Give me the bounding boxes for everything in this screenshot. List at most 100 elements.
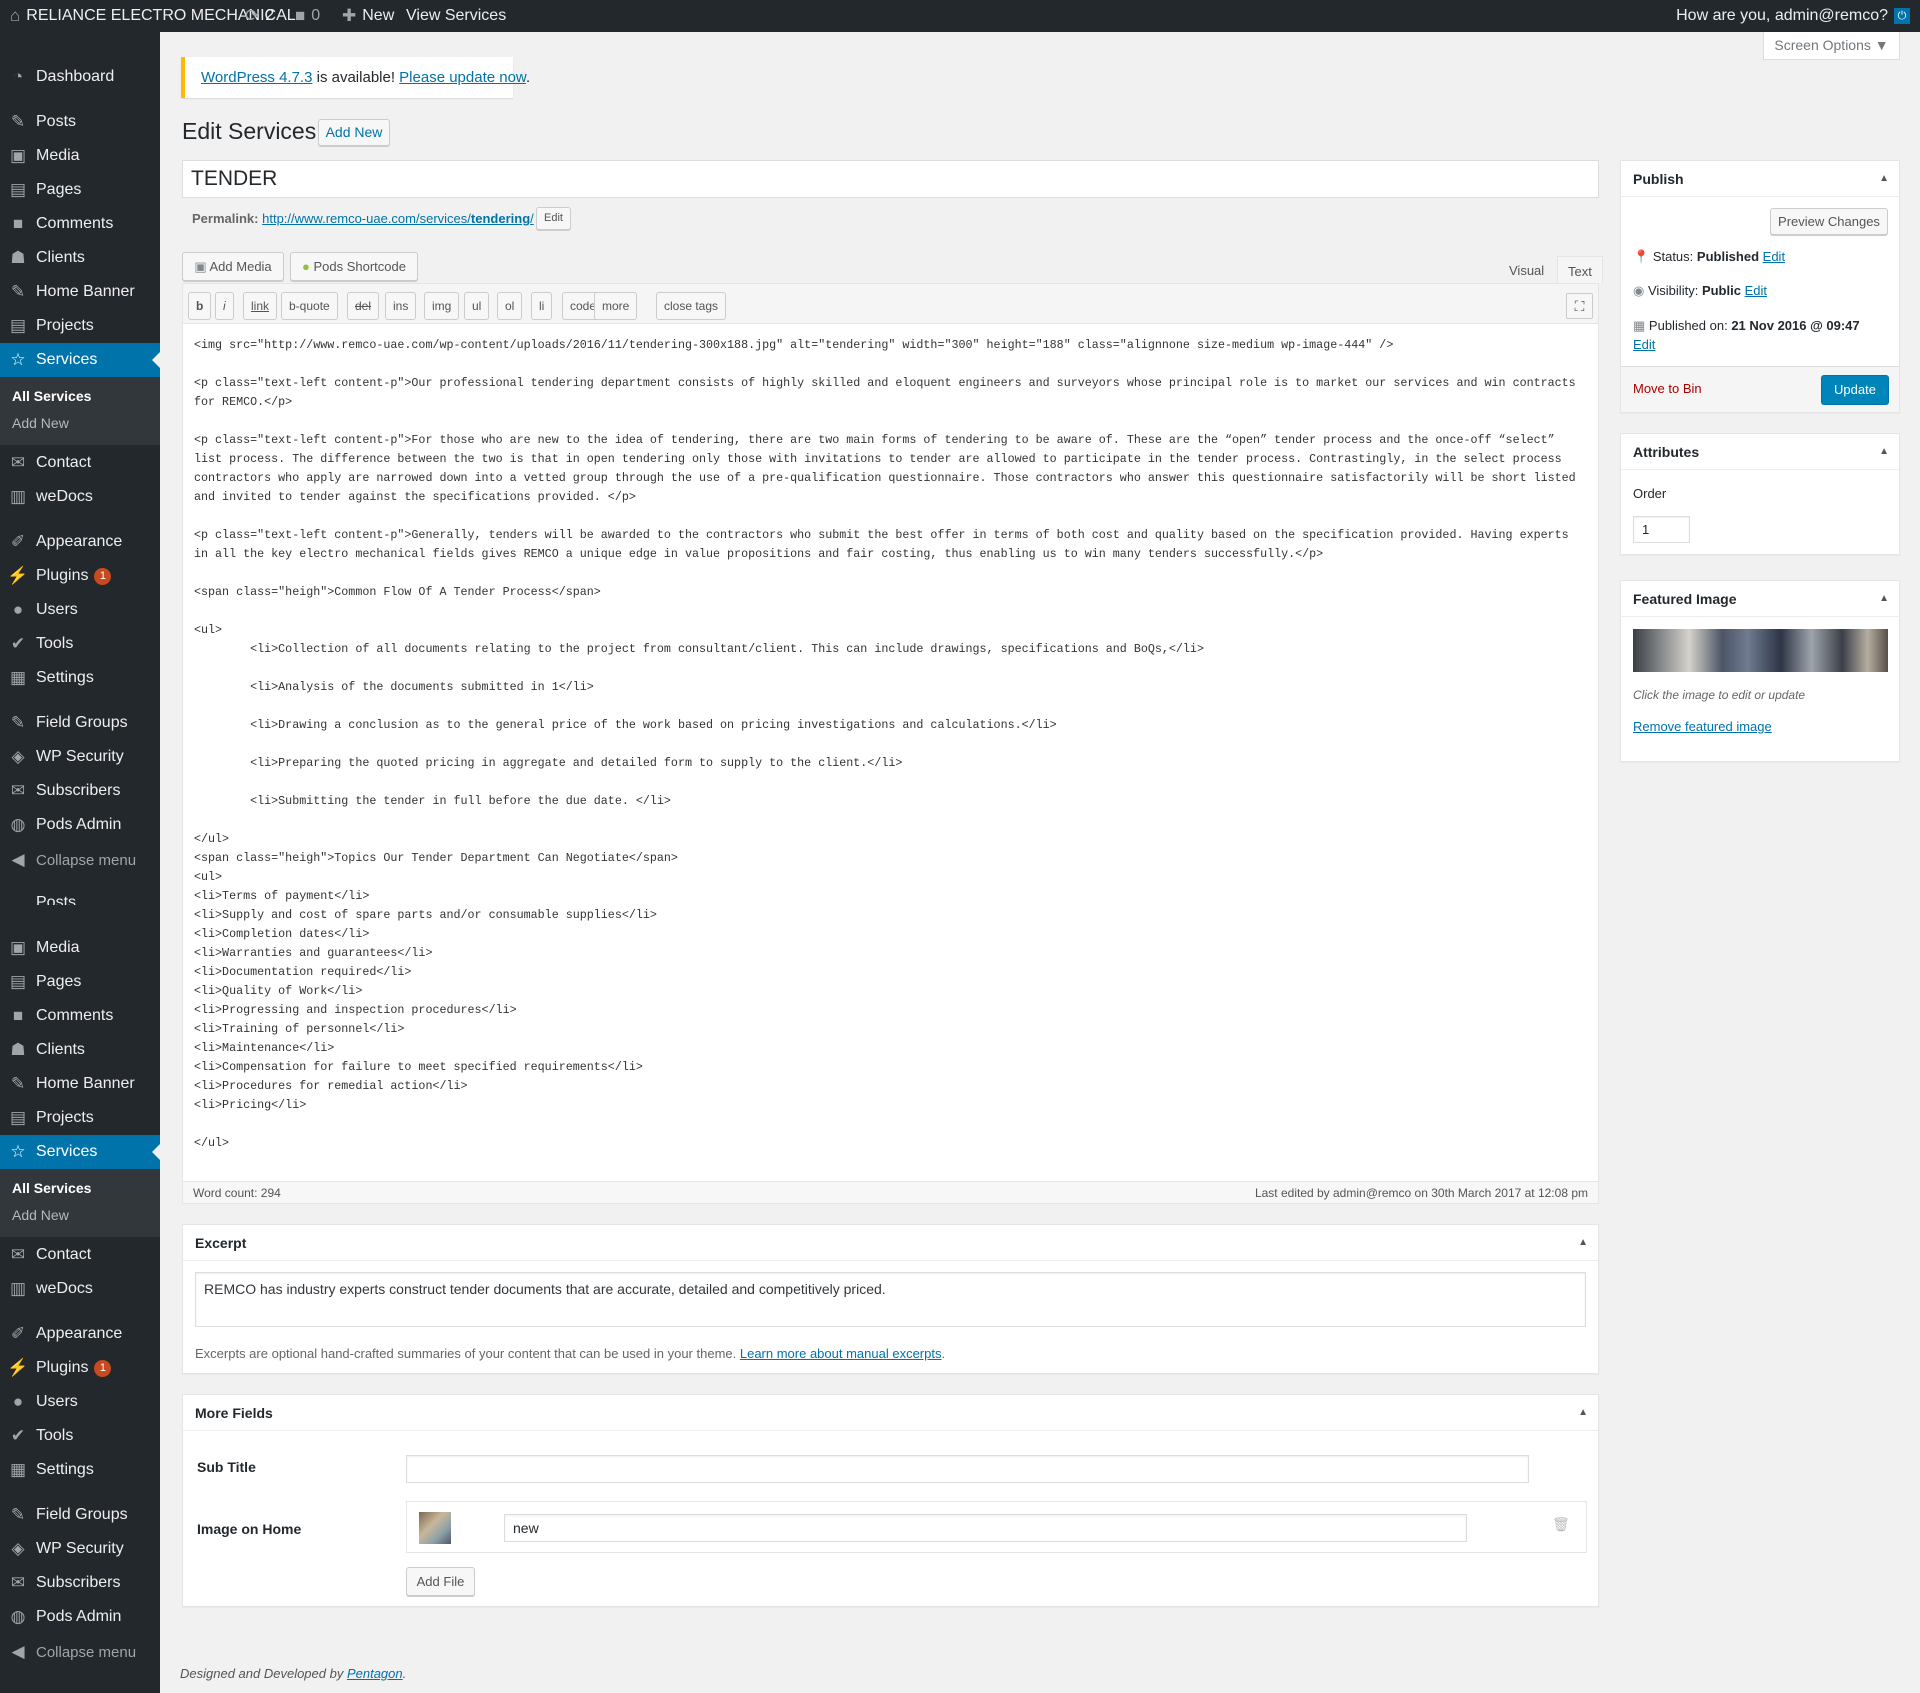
trash-icon[interactable]: 🗑 (1552, 1516, 1570, 1532)
sidebar-item-appearance[interactable]: ✐ Appearance (0, 525, 160, 559)
sidebar-item-projects[interactable]: ▤ Projects (0, 1101, 160, 1135)
updates-link[interactable]: ⟳ 2 (245, 0, 274, 32)
sub-title-input[interactable] (406, 1455, 1529, 1483)
sidebar-item-home-banner[interactable]: ✎ Home Banner (0, 275, 160, 309)
quicktag-i-button[interactable]: i (215, 292, 234, 320)
remove-featured-image-link[interactable]: Remove featured image (1633, 719, 1772, 734)
quicktag-link-button[interactable]: link (243, 292, 278, 320)
sidebar-item-media[interactable]: ▣ Media (0, 931, 160, 965)
sidebar-item-posts[interactable]: ✎ Posts (0, 105, 160, 139)
status-edit-link[interactable]: Edit (1763, 249, 1785, 264)
sidebar-item-plugins[interactable]: ⚡ Plugins 1 (0, 559, 160, 593)
update-now-link[interactable]: Please update now (399, 69, 526, 86)
quicktag-img-button[interactable]: img (424, 292, 460, 320)
sidebar-item-wedocs[interactable]: ▥ weDocs (0, 1272, 160, 1306)
sidebar-item-plugins[interactable]: ⚡ Plugins 1 (0, 1351, 160, 1385)
move-to-bin-link[interactable]: Move to Bin (1633, 381, 1702, 396)
fullscreen-icon[interactable]: ⛶ (1566, 293, 1593, 319)
featured-image[interactable] (1633, 629, 1888, 672)
excerpt-textarea[interactable]: REMCO has industry experts construct ten… (195, 1272, 1586, 1327)
add-media-button[interactable]: ▣ Add Media (182, 252, 284, 281)
quicktag-ins-button[interactable]: ins (385, 292, 417, 320)
sidebar-item-collapse-menu[interactable]: ◀ Collapse menu (0, 843, 160, 877)
quicktag-ul-button[interactable]: ul (464, 292, 490, 320)
sidebar-item-pages[interactable]: ▤ Pages (0, 173, 160, 207)
quicktag-ol-button[interactable]: ol (497, 292, 523, 320)
sidebar-item-dashboard[interactable]: ◔ Dashboard (0, 60, 160, 94)
tab-text[interactable]: Text (1557, 256, 1603, 284)
sidebar-item-wedocs[interactable]: ▥ weDocs (0, 480, 160, 514)
permalink-url[interactable]: http://www.remco-uae.com/services/tender… (262, 211, 534, 226)
order-input[interactable]: 1 (1633, 516, 1690, 543)
update-button[interactable]: Update (1821, 375, 1889, 405)
new-content-link[interactable]: ✚ New (342, 0, 394, 32)
visibility-edit-link[interactable]: Edit (1745, 283, 1767, 298)
add-file-button[interactable]: Add File (406, 1567, 475, 1596)
featured-image-header[interactable]: Featured Image ▲ (1621, 581, 1899, 617)
add-new-button[interactable]: Add New (318, 119, 390, 146)
sidebar-item-field-groups[interactable]: ✎ Field Groups (0, 706, 160, 740)
sidebar-item-services[interactable]: ☆ Services (0, 1135, 160, 1169)
sidebar-item-tools[interactable]: ✔ Tools (0, 1419, 160, 1453)
quicktag-li-button[interactable]: li (531, 292, 553, 320)
sidebar-item-services[interactable]: ☆ Services (0, 343, 160, 377)
account-menu[interactable]: How are you, admin@remco? ⏻ (1676, 0, 1910, 32)
sidebar-item-projects[interactable]: ▤ Projects (0, 309, 160, 343)
sidebar-item-subscribers[interactable]: ✉ Subscribers (0, 774, 160, 808)
quicktag-b-button[interactable]: b (188, 292, 212, 320)
collapse-arrow-icon[interactable]: ▲ (1578, 1225, 1588, 1261)
sidebar-item-pages[interactable]: ▤ Pages (0, 965, 160, 999)
quicktag-del-button[interactable]: del (347, 292, 380, 320)
collapse-arrow-icon[interactable]: ▲ (1879, 161, 1889, 197)
sidebar-item-pods-admin[interactable]: ◍ Pods Admin (0, 808, 160, 842)
view-services-link[interactable]: View Services (406, 0, 506, 32)
sidebar-item-users[interactable]: ● Users (0, 1385, 160, 1419)
comments-link[interactable]: ■ 0 (295, 0, 320, 32)
submenu-item[interactable]: Add New (0, 1202, 160, 1229)
footer-link[interactable]: Pentagon (347, 1666, 403, 1681)
sidebar-item-home-banner[interactable]: ✎ Home Banner (0, 1067, 160, 1101)
quicktag-more-button[interactable]: more (594, 292, 638, 320)
pods-shortcode-button[interactable]: ● Pods Shortcode (290, 252, 418, 281)
sidebar-item-settings[interactable]: ▦ Settings (0, 661, 160, 695)
sidebar-item-clients[interactable]: ☗ Clients (0, 1033, 160, 1067)
sidebar-item-contact[interactable]: ✉ Contact (0, 446, 160, 480)
post-title-input[interactable]: TENDER (182, 160, 1599, 198)
submenu-item[interactable]: All Services (0, 1175, 160, 1202)
permalink-edit-button[interactable]: Edit (536, 207, 571, 230)
sidebar-item-wp-security[interactable]: ◈ WP Security (0, 1532, 160, 1566)
file-name-input[interactable]: new (504, 1514, 1467, 1542)
sidebar-item-tools[interactable]: ✔ Tools (0, 627, 160, 661)
content-textarea[interactable]: <img src="http://www.remco-uae.com/wp-co… (194, 336, 1589, 1153)
sidebar-item-collapse-menu[interactable]: ◀ Collapse menu (0, 1635, 160, 1669)
sidebar-item-media[interactable]: ▣ Media (0, 139, 160, 173)
more-fields-header[interactable]: More Fields ▲ (183, 1395, 1598, 1431)
sidebar-item-appearance[interactable]: ✐ Appearance (0, 1317, 160, 1351)
tab-visual[interactable]: Visual (1499, 256, 1554, 286)
published-edit-link[interactable]: Edit (1633, 337, 1655, 352)
preview-changes-button[interactable]: Preview Changes (1770, 208, 1888, 235)
sidebar-item-field-groups[interactable]: ✎ Field Groups (0, 1498, 160, 1532)
excerpt-header[interactable]: Excerpt ▲ (183, 1225, 1598, 1261)
submenu-item[interactable]: Add New (0, 410, 160, 437)
sidebar-item-subscribers[interactable]: ✉ Subscribers (0, 1566, 160, 1600)
collapse-arrow-icon[interactable]: ▲ (1879, 581, 1889, 617)
excerpt-help-link[interactable]: Learn more about manual excerpts (740, 1346, 942, 1361)
submenu-item[interactable]: All Services (0, 383, 160, 410)
publish-header[interactable]: Publish ▲ (1621, 161, 1899, 197)
quicktag-close-tags-button[interactable]: close tags (656, 292, 727, 320)
screen-options-button[interactable]: Screen Options ▼ (1763, 32, 1900, 60)
sidebar-item-pods-admin[interactable]: ◍ Pods Admin (0, 1600, 160, 1634)
sidebar-item-wp-security[interactable]: ◈ WP Security (0, 740, 160, 774)
sidebar-item-contact[interactable]: ✉ Contact (0, 1238, 160, 1272)
sidebar-item-settings[interactable]: ▦ Settings (0, 1453, 160, 1487)
attributes-header[interactable]: Attributes ▲ (1621, 434, 1899, 470)
collapse-arrow-icon[interactable]: ▲ (1578, 1395, 1588, 1431)
sidebar-item-users[interactable]: ● Users (0, 593, 160, 627)
sidebar-item-comments[interactable]: ■ Comments (0, 999, 160, 1033)
sidebar-item-comments[interactable]: ■ Comments (0, 207, 160, 241)
wordpress-version-link[interactable]: WordPress 4.7.3 (201, 69, 312, 86)
quicktag-b-quote-button[interactable]: b-quote (281, 292, 338, 320)
sidebar-item-posts[interactable]: Posts (0, 893, 160, 905)
sidebar-item-clients[interactable]: ☗ Clients (0, 241, 160, 275)
